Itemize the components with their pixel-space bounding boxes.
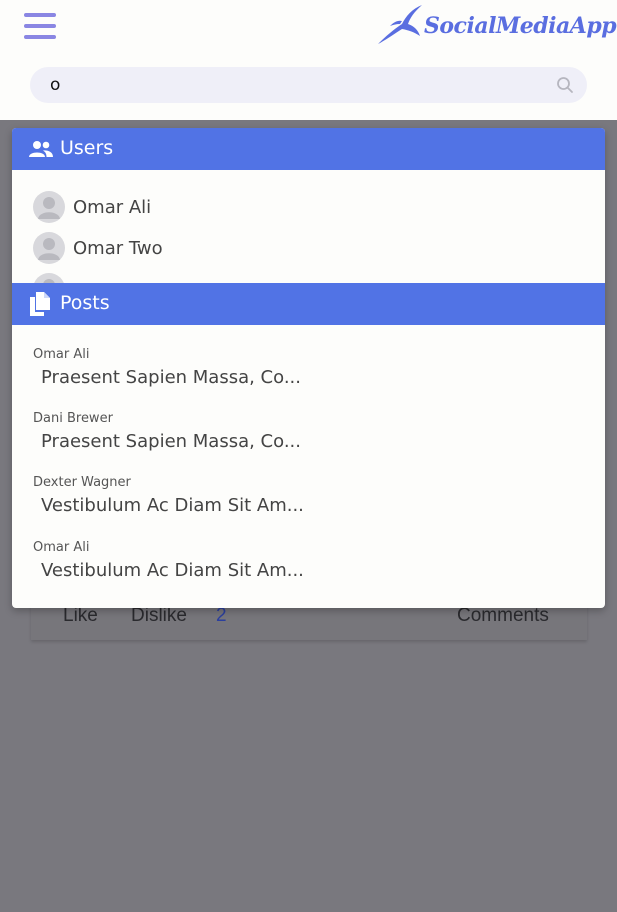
- post-title: Vestibulum Ac Diam Sit Am...: [41, 560, 304, 581]
- logo-text: SocialMediaApp: [424, 13, 617, 39]
- avatar: [33, 191, 65, 223]
- post-title: Vestibulum Ac Diam Sit Am...: [41, 495, 304, 516]
- comments-button[interactable]: Comments: [457, 605, 549, 627]
- post-author: Dani Brewer: [33, 411, 113, 426]
- app-logo[interactable]: SocialMediaApp: [376, 4, 617, 50]
- dislike-count: 2: [216, 605, 227, 626]
- search-bar: [30, 67, 587, 103]
- users-section-header: Users: [12, 128, 605, 170]
- user-name: Omar Two: [73, 238, 163, 259]
- search-results-dropdown: Users Omar Ali Omar Two Posts Omar Ali P…: [12, 128, 605, 608]
- post-title: Praesent Sapien Massa, Co...: [41, 431, 301, 452]
- default-user-icon: [38, 238, 60, 260]
- top-header: SocialMediaApp: [0, 0, 617, 120]
- user-result-item[interactable]: Omar Two: [33, 232, 553, 266]
- post-author: Omar Ali: [33, 347, 90, 362]
- users-icon: [29, 141, 53, 157]
- posts-section-title: Posts: [60, 292, 110, 314]
- search-icon[interactable]: [556, 76, 574, 94]
- default-user-icon: [38, 197, 60, 219]
- avatar: [33, 232, 65, 264]
- user-result-item[interactable]: Omar Ali: [33, 191, 553, 225]
- menu-icon[interactable]: [24, 13, 56, 39]
- like-button[interactable]: Like: [63, 605, 98, 627]
- dislike-button[interactable]: Dislike: [131, 605, 187, 627]
- bird-logo-icon: [378, 5, 422, 44]
- posts-section-header: Posts: [12, 283, 605, 325]
- post-author: Dexter Wagner: [33, 475, 131, 490]
- search-input[interactable]: [50, 67, 550, 103]
- documents-icon: [30, 292, 50, 316]
- post-author: Omar Ali: [33, 540, 90, 555]
- users-section-title: Users: [60, 137, 114, 159]
- post-title: Praesent Sapien Massa, Co...: [41, 367, 301, 388]
- user-name: Omar Ali: [73, 197, 152, 218]
